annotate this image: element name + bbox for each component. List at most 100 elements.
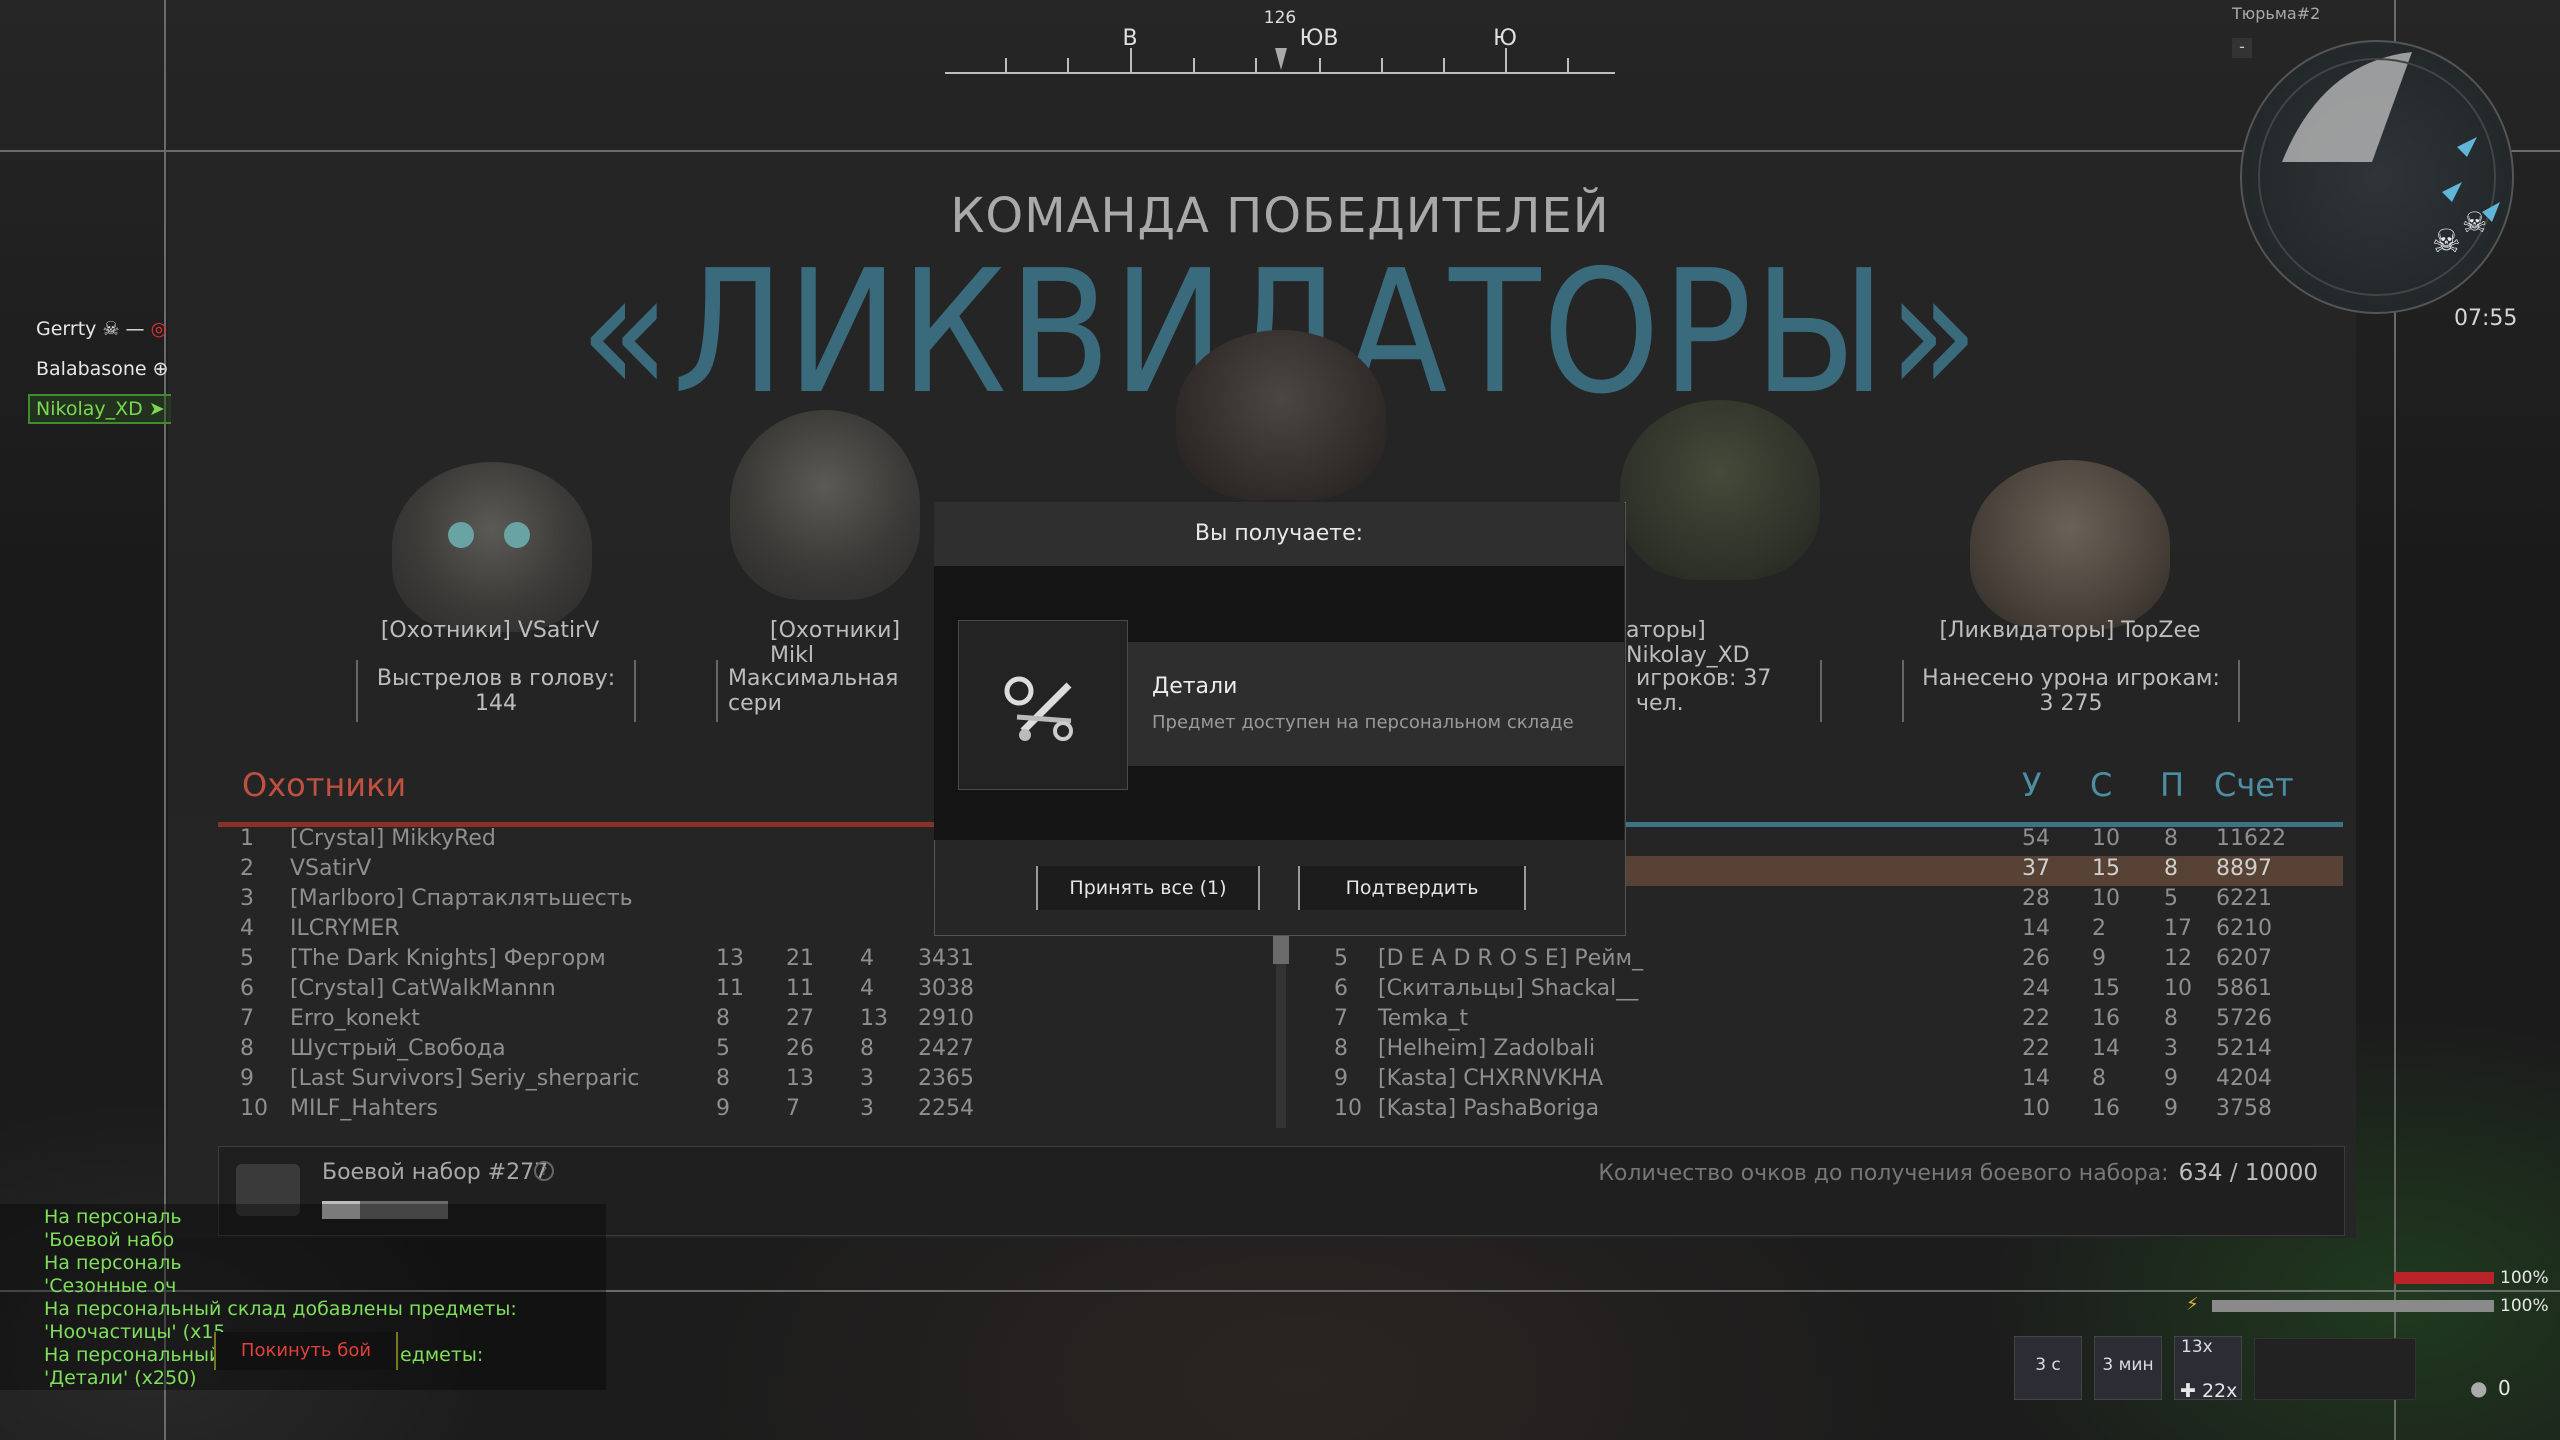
battle-kit-points-label: Количество очков до получения боевого на…: [1598, 1161, 2169, 1186]
row-kills: 5: [716, 1036, 730, 1061]
row-rank: 2: [240, 856, 254, 881]
hero-portrait-1: [392, 462, 592, 632]
row-kills: 8: [716, 1066, 730, 1091]
table-row[interactable]: 10 [Kasta] PashaBoriga 10 16 9 3758: [1320, 1096, 2343, 1126]
row-assists: 9: [2164, 1066, 2178, 1091]
right-header-score: Счет: [2214, 766, 2294, 804]
table-row[interactable]: 6 [Скитальцы] Shackal__ 24 15 10 5861: [1320, 976, 2343, 1006]
row-player-name: [D E A D R O S E] Рейм_: [1378, 946, 1644, 971]
party-member-self[interactable]: Nikolay_XD ➤: [28, 394, 171, 424]
table-row[interactable]: 7 Temka_t 22 16 8 5726: [1320, 1006, 2343, 1036]
weapon-slot[interactable]: [2254, 1338, 2416, 1400]
row-rank: 5: [240, 946, 254, 971]
row-kills: 10: [2022, 1096, 2050, 1121]
hero-name-4: [Ликвидаторы] TopZee: [1939, 618, 2201, 643]
hero-name-1: [Охотники] VSatirV: [380, 618, 600, 643]
row-assists: 3: [860, 1096, 874, 1121]
row-kills: 37: [2022, 856, 2050, 881]
table-row[interactable]: 3 [Marlboro] Спартаклятьшесть: [218, 886, 958, 916]
table-row[interactable]: 6 [Crystal] CatWalkMannn 11 11 4 3038: [218, 976, 974, 1006]
row-kills: 24: [2022, 976, 2050, 1001]
row-rank: 10: [240, 1096, 268, 1121]
row-rank: 4: [240, 916, 254, 941]
accept-all-button[interactable]: Принять все (1): [1036, 866, 1260, 910]
row-assists: 13: [860, 1006, 888, 1031]
row-score: 6221: [2216, 886, 2272, 911]
row-score: 5214: [2216, 1036, 2272, 1061]
parts-item-icon: [958, 620, 1128, 790]
row-rank: 6: [240, 976, 254, 1001]
table-row[interactable]: 1 [Crystal] MikkyRed: [218, 826, 958, 856]
battle-kit-points: Количество очков до получения боевого на…: [1598, 1160, 2318, 1186]
map-name: Тюрьма#2: [2232, 4, 2321, 23]
battle-kit-help-icon[interactable]: ?: [534, 1161, 554, 1181]
row-deaths: 8: [2092, 1066, 2106, 1091]
row-rank: 3: [240, 886, 254, 911]
skull-icon: ☠: [102, 318, 120, 340]
stamina-percent: 100%: [2500, 1296, 2549, 1316]
row-kills: 13: [716, 946, 744, 971]
row-assists: 3: [860, 1066, 874, 1091]
table-row[interactable]: 4 ILCRYMER: [218, 916, 958, 946]
row-score: 8897: [2216, 856, 2272, 881]
row-rank: 5: [1334, 946, 1348, 971]
hero-portrait-4: [1970, 460, 2170, 630]
row-rank: 6: [1334, 976, 1348, 1001]
leave-battle-button[interactable]: Покинуть бой: [214, 1332, 398, 1370]
confirm-button[interactable]: Подтвердить: [1298, 866, 1526, 910]
table-row[interactable]: 9 [Kasta] CHXRNVKHA 14 8 9 4204: [1320, 1066, 2343, 1096]
row-player-name: VSatirV: [290, 856, 372, 881]
party-member-name: Gerrty: [36, 318, 97, 340]
row-player-name: Шустрый_Свобода: [290, 1036, 506, 1061]
row-kills: 11: [716, 976, 744, 1001]
party-member-2[interactable]: Balabasone ⊕: [36, 358, 169, 380]
row-rank: 10: [1334, 1096, 1362, 1121]
row-assists: 12: [2164, 946, 2192, 971]
table-row[interactable]: 8 [Helheim] Zadolbali 22 14 3 5214: [1320, 1036, 2343, 1066]
row-kills: 26: [2022, 946, 2050, 971]
row-deaths: 16: [2092, 1006, 2120, 1031]
row-score: 5726: [2216, 1006, 2272, 1031]
right-header-kills: У: [2022, 766, 2042, 804]
hero-stat-2: Максимальная сери: [716, 660, 956, 722]
row-kills: 22: [2022, 1006, 2050, 1031]
row-assists: 4: [860, 946, 874, 971]
row-player-name: [Helheim] Zadolbali: [1378, 1036, 1596, 1061]
row-score: 3758: [2216, 1096, 2272, 1121]
row-kills: 54: [2022, 826, 2050, 851]
hero-portrait-2: [730, 410, 920, 600]
row-player-name: MILF_Hahters: [290, 1096, 439, 1121]
table-row[interactable]: 5 [The Dark Knights] Фергорм 13 21 4 3431: [218, 946, 974, 976]
hero-stat-3: игроков: 37 чел.: [1626, 660, 1822, 722]
ability-slot-2[interactable]: 3 мин: [2094, 1336, 2162, 1400]
row-kills: 28: [2022, 886, 2050, 911]
chat-line: На персональ: [44, 1252, 182, 1274]
table-row[interactable]: 7 Erro_konekt 8 27 13 2910: [218, 1006, 974, 1036]
table-row[interactable]: 9 [Last Survivors] Seriy_sherparic 8 13 3 236…: [218, 1066, 974, 1096]
row-score: 5861: [2216, 976, 2272, 1001]
run-icon: ➤: [148, 398, 165, 420]
row-deaths: 14: [2092, 1036, 2120, 1061]
row-deaths: 27: [786, 1006, 814, 1031]
row-player-name: [Crystal] CatWalkMannn: [290, 976, 556, 1001]
minimap[interactable]: ☠ ☠: [2240, 40, 2514, 314]
row-kills: 14: [2022, 1066, 2050, 1091]
battle-kit-title: Боевой набор #277: [322, 1160, 549, 1185]
party-member-name: Balabasone: [36, 358, 147, 380]
row-assists: 17: [2164, 916, 2192, 941]
scoreboard-scroll-thumb[interactable]: [1273, 934, 1289, 964]
party-member-1[interactable]: Gerrty ☠ — ◎: [36, 318, 167, 340]
table-row[interactable]: 10 MILF_Hahters 9 7 3 2254: [218, 1096, 974, 1126]
ability-slot-1[interactable]: 3 с: [2014, 1336, 2082, 1400]
table-row[interactable]: 5 [D E A D R O S E] Рейм_ 26 9 12 6207: [1320, 946, 2343, 976]
row-player-name: ILCRYMER: [290, 916, 400, 941]
chat-line: 'Ноочастицы' (x15: [44, 1321, 226, 1343]
svg-text:☠: ☠: [2432, 222, 2461, 260]
table-row[interactable]: 2 VSatirV: [218, 856, 958, 886]
hero-stat-4: Нанесено урона игрокам: 3 275: [1902, 660, 2240, 722]
row-player-name: [Marlboro] Спартаклятьшесть: [290, 886, 633, 911]
table-row[interactable]: 8 Шустрый_Свобода 5 26 8 2427: [218, 1036, 974, 1066]
compass-label-south: Ю: [1493, 26, 1517, 51]
row-rank: 8: [240, 1036, 254, 1061]
row-assists: 10: [2164, 976, 2192, 1001]
